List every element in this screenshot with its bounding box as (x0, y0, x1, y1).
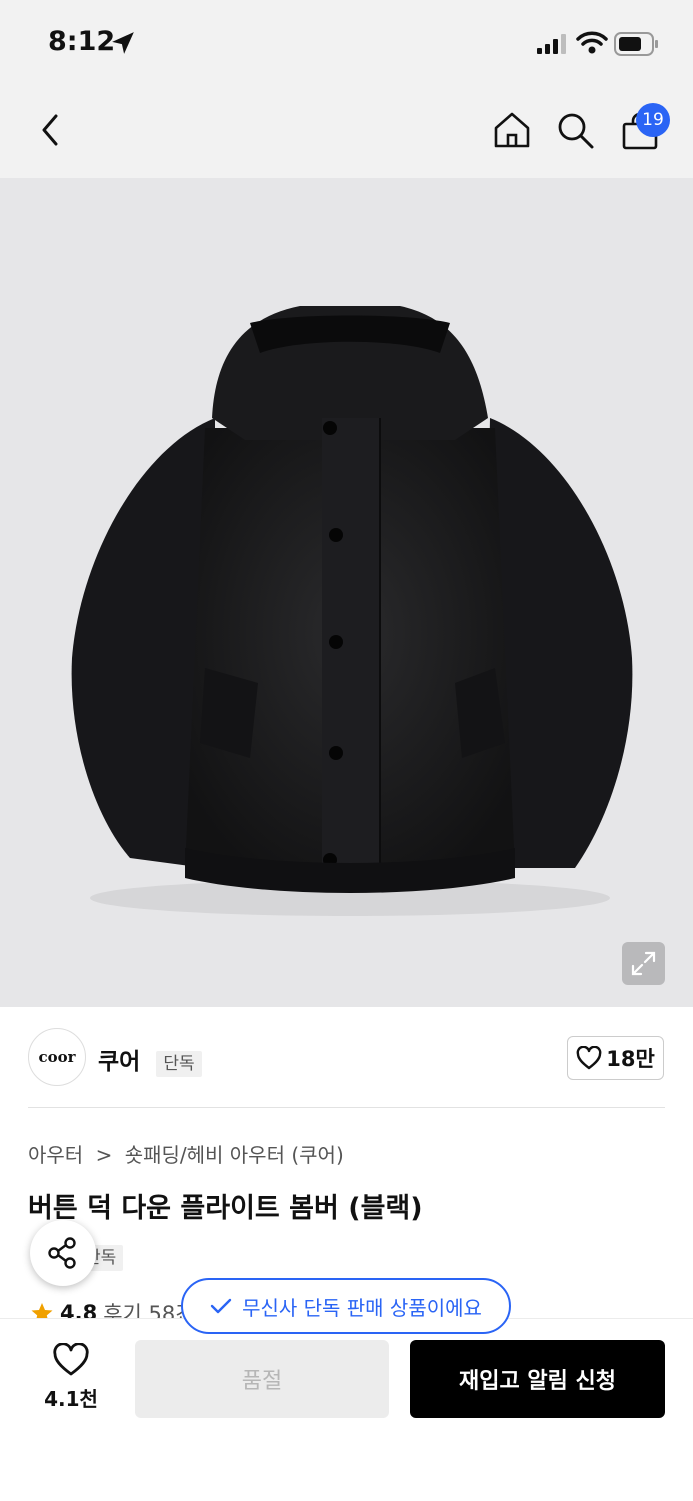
signal-icon (537, 34, 566, 54)
expand-image-button[interactable] (622, 942, 665, 985)
jacket-illustration (71, 306, 633, 916)
brand-like-count: 18만 (606, 1047, 655, 1071)
toast-message: 무신사 단독 판매 상품이에요 (242, 1295, 482, 1320)
breadcrumb-separator: > (95, 1143, 113, 1167)
heart-icon (576, 1046, 602, 1070)
share-icon (48, 1237, 76, 1269)
soldout-button[interactable]: 품절 (135, 1340, 389, 1418)
location-arrow-icon (112, 32, 134, 54)
wishlist-count: 4.1천 (44, 1387, 98, 1411)
brand-name[interactable]: 쿠어 단독 (98, 1042, 202, 1077)
battery-icon (614, 32, 658, 56)
exclusive-tag: 단독 (156, 1051, 202, 1077)
brand-name-text[interactable]: 쿠어 (98, 1049, 140, 1075)
check-icon (210, 1298, 232, 1314)
status-time: 8:12 (48, 26, 116, 57)
cart-count-badge: 19 (636, 103, 670, 137)
product-image[interactable] (0, 178, 693, 1007)
back-icon[interactable] (36, 112, 64, 148)
expand-icon (631, 951, 656, 976)
divider (28, 1107, 665, 1108)
search-icon[interactable] (556, 111, 596, 151)
home-icon[interactable] (492, 110, 532, 150)
wishlist-button[interactable]: 4.1천 (40, 1342, 102, 1412)
breadcrumb: 아우터 > 숏패딩/헤비 아우터 (쿠어) (28, 1139, 344, 1168)
breadcrumb-subcategory[interactable]: 숏패딩/헤비 아우터 (쿠어) (125, 1143, 344, 1167)
exclusive-toast: 무신사 단독 판매 상품이에요 (181, 1278, 511, 1334)
brand-like-button[interactable]: 18만 (567, 1036, 664, 1080)
brand-logo[interactable]: coor (28, 1028, 86, 1086)
breadcrumb-category[interactable]: 아우터 (28, 1143, 83, 1167)
share-button[interactable] (30, 1220, 96, 1286)
wifi-icon (576, 31, 608, 54)
restock-alert-button[interactable]: 재입고 알림 신청 (410, 1340, 665, 1418)
product-title: 버튼 덕 다운 플라이트 봄버 (블랙) (28, 1193, 423, 1224)
heart-icon (53, 1342, 89, 1376)
